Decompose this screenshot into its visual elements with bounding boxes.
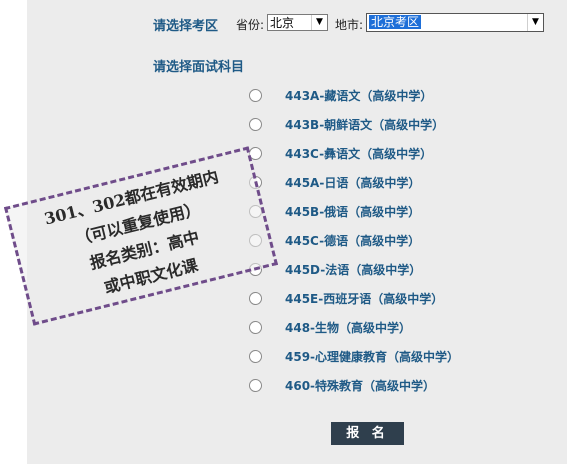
subject-option-label: 445C-德语（高级中学） [285, 234, 421, 248]
province-label: 省份: [236, 18, 265, 32]
subject-option-label: 445A-日语（高级中学） [285, 176, 421, 190]
province-select-value: 北京 [270, 16, 295, 30]
city-select-value: 北京考区 [369, 15, 422, 29]
chevron-down-icon: ▼ [311, 15, 327, 30]
chevron-down-icon: ▼ [527, 14, 543, 31]
radio-button[interactable] [249, 350, 262, 363]
register-button[interactable]: 报 名 [331, 422, 404, 445]
subject-option-label: 445B-俄语（高级中学） [285, 205, 421, 219]
subject-option-label: 448-生物（高级中学） [285, 321, 412, 335]
province-select[interactable]: 北京 ▼ [267, 14, 328, 31]
radio-button[interactable] [249, 321, 262, 334]
city-select[interactable]: 北京考区 ▼ [366, 13, 544, 32]
subject-option-label: 443B-朝鲜语文（高级中学） [285, 118, 445, 132]
subject-option-label: 459-心理健康教育（高级中学） [285, 350, 460, 364]
radio-button[interactable] [249, 379, 262, 392]
subject-option-label: 460-特殊教育（高级中学） [285, 379, 436, 393]
region-heading: 请选择考区 [153, 19, 219, 34]
city-label: 地市: [335, 18, 364, 32]
radio-button[interactable] [249, 118, 262, 131]
subject-option-label: 445E-西班牙语（高级中学） [285, 292, 444, 306]
subject-option-label: 443C-彝语文（高级中学） [285, 147, 433, 161]
subject-option-label: 445D-法语（高级中学） [285, 263, 422, 277]
radio-button[interactable] [249, 292, 262, 305]
radio-button[interactable] [249, 89, 262, 102]
subject-option-label: 443A-藏语文（高级中学） [285, 89, 433, 103]
subject-heading: 请选择面试科目 [153, 60, 245, 75]
